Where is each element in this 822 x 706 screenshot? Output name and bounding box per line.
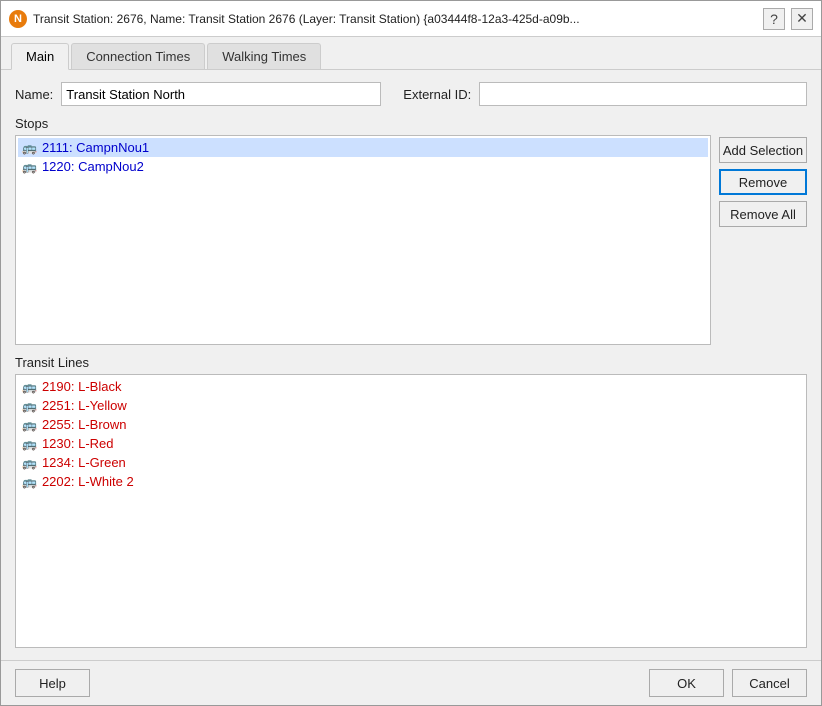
bus-icon: 🚌 xyxy=(22,160,37,174)
bus-icon: 🚌 xyxy=(22,380,37,394)
tab-connection-times[interactable]: Connection Times xyxy=(71,43,205,69)
title-bar-left: N Transit Station: 2676, Name: Transit S… xyxy=(9,10,763,28)
bus-icon: 🚌 xyxy=(22,437,37,451)
list-item[interactable]: 🚌 2255: L-Brown xyxy=(18,415,804,434)
help-icon-button[interactable]: ? xyxy=(763,8,785,30)
name-label: Name: xyxy=(15,87,53,102)
list-item[interactable]: 🚌 2111: CampnNou1 xyxy=(18,138,708,157)
stops-section: Stops 🚌 2111: CampnNou1 🚌 1220: CampNou2… xyxy=(15,116,807,345)
list-item[interactable]: 🚌 1220: CampNou2 xyxy=(18,157,708,176)
title-bar: N Transit Station: 2676, Name: Transit S… xyxy=(1,1,821,37)
list-item[interactable]: 🚌 2202: L-White 2 xyxy=(18,472,804,491)
transit-lines-list[interactable]: 🚌 2190: L-Black 🚌 2251: L-Yellow 🚌 2255:… xyxy=(15,374,807,648)
tab-bar: Main Connection Times Walking Times xyxy=(1,37,821,70)
name-input[interactable] xyxy=(61,82,381,106)
add-selection-button[interactable]: Add Selection xyxy=(719,137,807,163)
footer: Help OK Cancel xyxy=(1,660,821,705)
transit-line-text: 1230: L-Red xyxy=(42,436,114,451)
remove-button[interactable]: Remove xyxy=(719,169,807,195)
transit-lines-label: Transit Lines xyxy=(15,355,807,370)
close-button[interactable]: ✕ xyxy=(791,8,813,30)
title-bar-right: ? ✕ xyxy=(763,8,813,30)
stops-side-buttons: Add Selection Remove Remove All xyxy=(719,135,807,345)
bus-icon: 🚌 xyxy=(22,399,37,413)
transit-line-text: 2251: L-Yellow xyxy=(42,398,127,413)
name-row: Name: External ID: xyxy=(15,82,807,106)
list-item[interactable]: 🚌 1234: L-Green xyxy=(18,453,804,472)
stops-list[interactable]: 🚌 2111: CampnNou1 🚌 1220: CampNou2 xyxy=(15,135,711,345)
stop-item-text: 2111: CampnNou1 xyxy=(42,140,149,155)
help-button[interactable]: Help xyxy=(15,669,90,697)
bus-icon: 🚌 xyxy=(22,475,37,489)
app-icon: N xyxy=(9,10,27,28)
remove-all-button[interactable]: Remove All xyxy=(719,201,807,227)
bus-icon: 🚌 xyxy=(22,456,37,470)
stops-section-body: 🚌 2111: CampnNou1 🚌 1220: CampNou2 Add S… xyxy=(15,135,807,345)
transit-line-text: 2190: L-Black xyxy=(42,379,122,394)
tab-main[interactable]: Main xyxy=(11,43,69,70)
bus-icon: 🚌 xyxy=(22,141,37,155)
list-item[interactable]: 🚌 1230: L-Red xyxy=(18,434,804,453)
bus-icon: 🚌 xyxy=(22,418,37,432)
external-id-label: External ID: xyxy=(403,87,471,102)
stops-label: Stops xyxy=(15,116,807,131)
window-title: Transit Station: 2676, Name: Transit Sta… xyxy=(33,12,580,26)
transit-line-text: 1234: L-Green xyxy=(42,455,126,470)
cancel-button[interactable]: Cancel xyxy=(732,669,807,697)
transit-line-text: 2202: L-White 2 xyxy=(42,474,134,489)
stop-item-text: 1220: CampNou2 xyxy=(42,159,144,174)
main-content: Name: External ID: Stops 🚌 2111: CampnNo… xyxy=(1,70,821,660)
footer-right: OK Cancel xyxy=(649,669,807,697)
external-id-input[interactable] xyxy=(479,82,807,106)
transit-lines-section: Transit Lines 🚌 2190: L-Black 🚌 2251: L-… xyxy=(15,355,807,648)
list-item[interactable]: 🚌 2190: L-Black xyxy=(18,377,804,396)
tab-walking-times[interactable]: Walking Times xyxy=(207,43,321,69)
ok-button[interactable]: OK xyxy=(649,669,724,697)
main-window: N Transit Station: 2676, Name: Transit S… xyxy=(0,0,822,706)
list-item[interactable]: 🚌 2251: L-Yellow xyxy=(18,396,804,415)
transit-line-text: 2255: L-Brown xyxy=(42,417,127,432)
